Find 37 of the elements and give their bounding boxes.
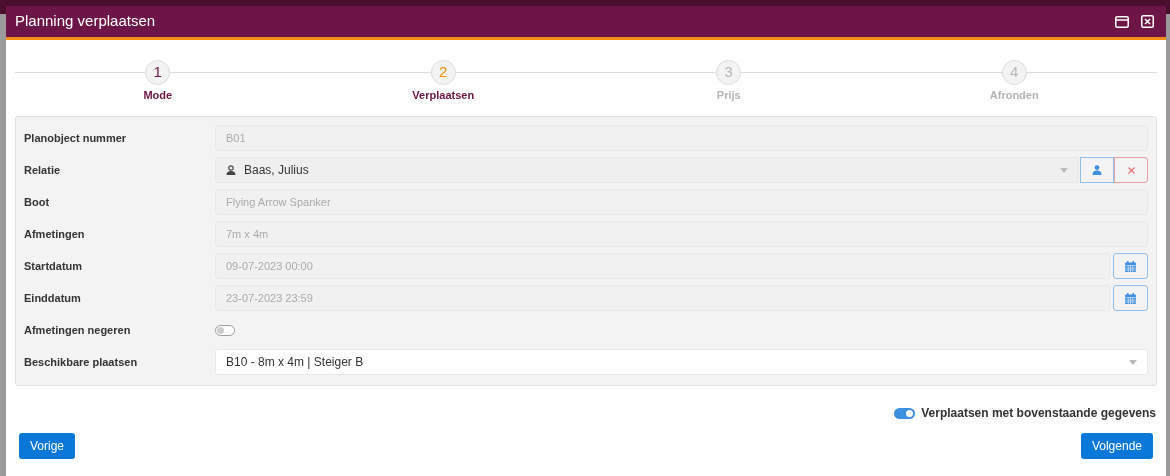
close-icon[interactable] (1141, 15, 1154, 28)
field-label: Startdatum (24, 258, 84, 274)
person-icon (1092, 165, 1102, 175)
step-label: Mode (143, 88, 173, 103)
step-label: Afronden (989, 88, 1039, 103)
relation-select[interactable]: Baas, Julius (215, 157, 1079, 183)
field-label: Afmetingen (24, 226, 86, 242)
person-button[interactable] (1080, 157, 1114, 183)
previous-button[interactable]: Vorige (19, 433, 76, 459)
dropdown-caret-icon (1060, 167, 1068, 173)
field-label: Afmetingen negeren (24, 322, 132, 338)
clear-button[interactable] (1114, 157, 1148, 183)
calendar-button[interactable] (1113, 285, 1148, 311)
step-number[interactable]: 2 (430, 60, 456, 85)
next-button[interactable]: Volgende (1080, 433, 1153, 459)
field-label: Relatie (24, 162, 62, 178)
step-number[interactable]: 4 (1001, 60, 1027, 85)
calendar-icon (1125, 292, 1136, 304)
field-label: Beschikbare plaatsen (24, 354, 139, 370)
toggle-switch[interactable] (215, 324, 235, 336)
step-label: Verplaatsen (412, 88, 475, 103)
field-label: Einddatum (24, 290, 82, 306)
field-label: Planobject nummer (24, 130, 128, 146)
dropdown-caret-icon (1129, 359, 1137, 365)
toggle-label: Verplaatsen met bovenstaande gegevens (921, 405, 1156, 422)
step-number[interactable]: 1 (145, 60, 171, 85)
toggle-switch[interactable] (894, 407, 916, 419)
select-field[interactable]: B10 - 8m x 4m | Steiger B (215, 349, 1148, 375)
field-label: Boot (24, 194, 51, 210)
calendar-icon (1125, 260, 1136, 272)
dialog-title: Planning verplaatsen (15, 11, 157, 32)
maximize-icon[interactable] (1115, 15, 1129, 28)
step-label: Prijs (716, 88, 741, 103)
person-icon (226, 165, 236, 175)
calendar-button[interactable] (1113, 253, 1148, 279)
step-number[interactable]: 3 (716, 60, 742, 85)
close-icon (1127, 166, 1135, 174)
